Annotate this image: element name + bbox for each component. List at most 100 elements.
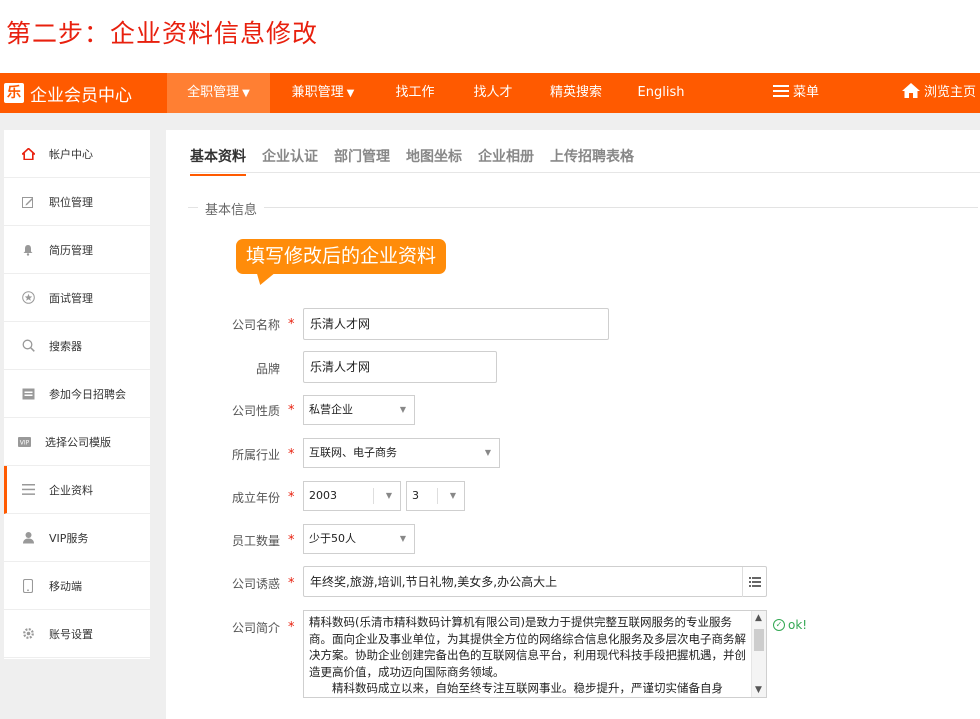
nav-browse-homepage[interactable]: 浏览主页 [902,73,980,113]
sidebar-item-label: 面试管理 [49,291,93,305]
chevron-up-icon[interactable]: ▲ [755,613,762,623]
chevron-down-icon: ▼ [242,88,250,99]
required-mark: * [288,447,295,462]
home-icon [21,147,35,161]
sidebar-item-interview-management[interactable]: 面试管理 [4,274,150,322]
sidebar-item-account-center[interactable]: 帐户中心 [4,130,150,178]
list-icon[interactable] [742,567,766,597]
company-intro-textarea[interactable]: 精科数码(乐清市精科数码计算机有限公司)是致力于提供完整互联网服务的专业服务商。… [303,610,767,698]
industry-label: 所属行业 [231,448,280,462]
founded-year-label: 成立年份 [231,491,280,505]
required-mark: * [288,620,295,635]
company-benefits-input[interactable]: 年终奖,旅游,培训,节日礼物,美女多,办公高大上 [303,566,767,597]
sidebar: 帐户中心 职位管理 简历管理 面试管理 搜索器 参加今日招聘会 VIP 选择公司… [4,130,150,659]
sidebar-item-account-settings[interactable]: 账号设置 [4,610,150,658]
sidebar-item-company-profile[interactable]: 企业资料 [4,466,150,514]
nav-elite-search[interactable]: 精英搜索 [539,73,613,113]
sidebar-item-label: VIP服务 [49,531,89,545]
select-value: 互联网、电子商务 [309,446,397,459]
brand-name: 企业会员中心 [30,85,132,106]
gear-icon [21,627,35,641]
main-content: 基本资料 企业认证 部门管理 地图坐标 企业相册 上传招聘表格 基本信息 填写修… [166,130,980,719]
select-value: 3 [412,489,419,502]
sidebar-item-label: 账号设置 [49,627,93,641]
sidebar-item-vip-service[interactable]: VIP服务 [4,514,150,562]
section-title: 基本信息 [198,199,265,218]
intro-paragraph: 精科数码(乐清市精科数码计算机有限公司)是致力于提供完整互联网服务的专业服务商。… [309,615,746,679]
sidebar-item-choose-company-template[interactable]: VIP 选择公司模版 [4,418,150,466]
svg-text:VIP: VIP [19,439,29,446]
staff-count-select[interactable]: 少于50人 ▼ [303,524,415,554]
company-name-label: 公司名称 [231,318,280,332]
textarea-scrollbar[interactable]: ▲ ▼ [751,611,766,697]
nav-menu[interactable]: 菜单 [764,73,828,113]
staff-count-label: 员工数量 [231,534,280,548]
brand[interactable]: 乐 企业会员中心 [0,73,167,113]
chevron-down-icon: ▼ [449,491,456,500]
sidebar-item-label: 移动端 [49,579,82,593]
user-icon [21,531,35,545]
select-separator [373,488,374,504]
hint-callout-tail [251,273,275,285]
bell-icon [21,243,35,257]
top-nav-bar: 乐 企业会员中心 全职管理 ▼ 兼职管理 ▼ 找工作 找人才 精英搜索 Englis… [0,73,980,113]
sidebar-item-join-todays-job-fair[interactable]: 参加今日招聘会 [4,370,150,418]
chevron-down-icon: ▼ [385,491,392,500]
hint-callout: 填写修改后的企业资料 [236,239,447,274]
mobile-icon [21,578,35,593]
company-intro-label: 公司简介 [231,621,280,635]
required-mark: * [288,576,295,591]
star-icon [21,291,35,305]
sidebar-item-mobile[interactable]: 移动端 [4,562,150,610]
page-step-title: 第二步：企业资料信息修改 [6,19,319,48]
brand-input[interactable]: 乐清人才网 [303,351,497,383]
benefits-value: 年终奖,旅游,培训,节日礼物,美女多,办公高大上 [310,575,558,589]
company-intro-text: 精科数码(乐清市精科数码计算机有限公司)是致力于提供完整互联网服务的专业服务商。… [309,614,749,697]
company-name-input[interactable]: 乐清人才网 [303,308,609,340]
chevron-down-icon: ▼ [484,448,491,457]
home-icon [902,83,920,98]
select-value: 少于50人 [309,532,356,545]
sidebar-item-label: 职位管理 [49,195,93,209]
list-icon [21,483,35,497]
sidebar-item-label: 搜索器 [49,339,82,353]
sidebar-item-searcher[interactable]: 搜索器 [4,322,150,370]
sidebar-item-label: 简历管理 [49,243,93,257]
chevron-down-icon: ▼ [399,534,406,543]
chevron-down-icon: ▼ [346,88,355,99]
check-circle-icon: ✓ [773,619,785,631]
founded-month-select[interactable]: 3 ▼ [406,481,465,511]
intro-paragraph: 精科数码成立以来，自始至终专注互联网事业。稳步提升，严谨切实储备自身 [309,681,723,695]
nav-find-job[interactable]: 找工作 [383,73,447,113]
sidebar-item-label: 帐户中心 [49,147,93,161]
sidebar-item-label: 企业资料 [49,483,93,497]
required-mark: * [288,490,295,505]
founded-year-select[interactable]: 2003 ▼ [303,481,401,511]
validation-ok: ✓ ok! [773,618,807,632]
required-mark: * [288,403,295,418]
validation-ok-text: ok! [788,618,808,632]
nav-parttime-management[interactable]: 兼职管理 ▼ [277,73,369,113]
nav-label: 浏览主页 [924,85,977,100]
nav-english[interactable]: English [628,73,694,113]
select-value: 私营企业 [309,403,353,416]
chevron-down-icon[interactable]: ▼ [755,685,762,695]
industry-select[interactable]: 互联网、电子商务 ▼ [303,438,500,468]
select-value: 2003 [309,489,337,502]
tabs-divider [190,172,980,173]
company-nature-select[interactable]: 私营企业 ▼ [303,395,415,425]
chevron-down-icon: ▼ [399,405,406,414]
brand-label: 品牌 [255,362,280,376]
vip-icon: VIP [17,435,31,449]
sidebar-item-job-management[interactable]: 职位管理 [4,178,150,226]
nav-label: 全职管理 [187,85,240,100]
sidebar-item-resume-management[interactable]: 简历管理 [4,226,150,274]
nav-fulltime-management[interactable]: 全职管理 ▼ [167,73,270,113]
nav-label: 兼职管理 [291,85,344,100]
nav-label: 菜单 [792,85,819,100]
search-icon [21,339,35,353]
required-mark: * [288,533,295,548]
nav-find-talent[interactable]: 找人才 [461,73,525,113]
select-separator [437,488,438,504]
scrollbar-thumb[interactable] [754,629,764,651]
